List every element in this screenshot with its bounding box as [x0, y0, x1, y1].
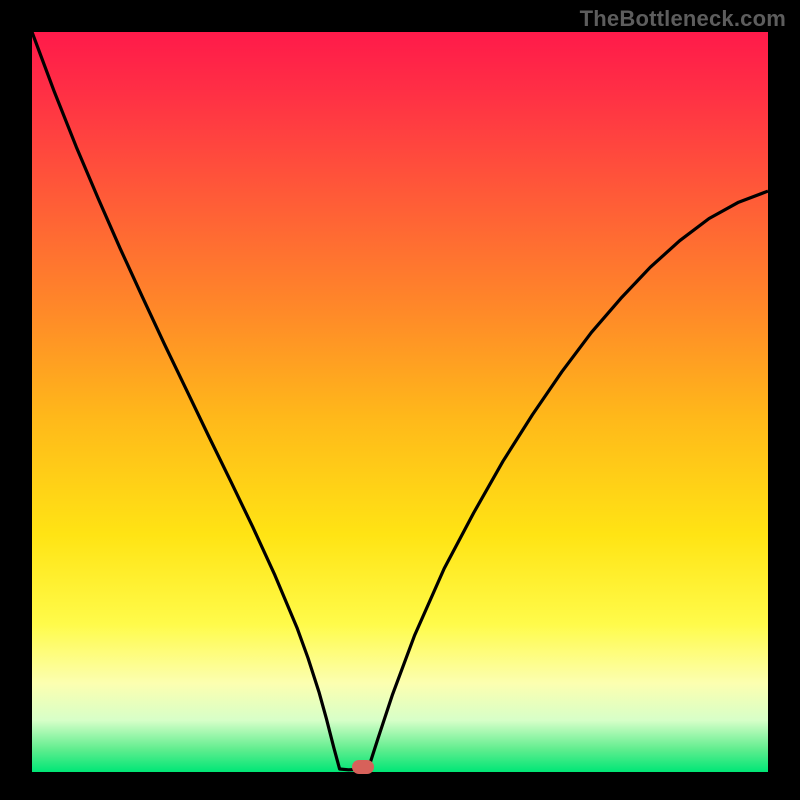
curve-layer [32, 32, 768, 772]
bottleneck-curve [32, 32, 768, 770]
plot-area [32, 32, 768, 772]
chart-frame: TheBottleneck.com [0, 0, 800, 800]
watermark-text: TheBottleneck.com [580, 6, 786, 32]
optimum-marker [352, 760, 374, 774]
